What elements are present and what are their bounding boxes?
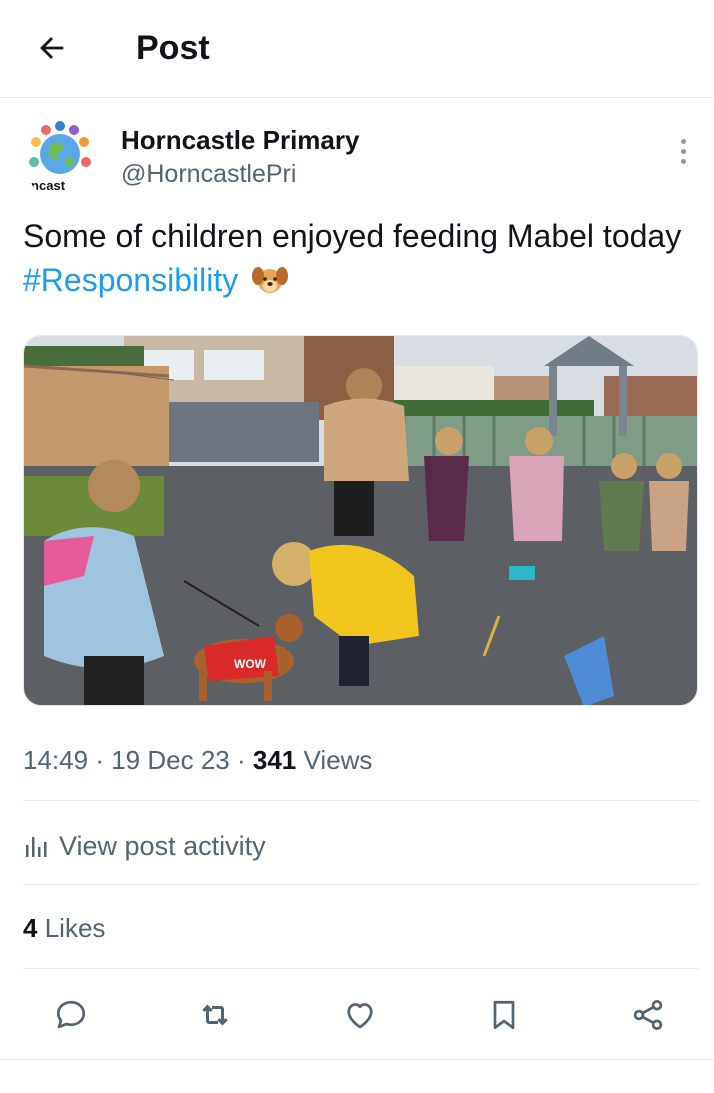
like-button[interactable]: [338, 993, 382, 1037]
divider: [23, 884, 698, 885]
action-bar: [0, 985, 714, 1045]
share-icon: [633, 1000, 663, 1030]
school-logo-icon: rncast: [22, 118, 98, 198]
repost-icon: [202, 1004, 228, 1026]
separator: ·: [95, 745, 104, 775]
author-handle[interactable]: @HorncastlePri: [121, 158, 296, 190]
reply-bubble-icon: [56, 1000, 86, 1029]
repost-button[interactable]: [193, 993, 237, 1037]
view-post-activity-link[interactable]: View post activity: [23, 826, 266, 866]
divider: [23, 800, 698, 801]
share-button[interactable]: [626, 993, 670, 1037]
dog-face-emoji-icon: [252, 267, 289, 293]
heart-icon: [347, 1003, 373, 1029]
reply-button[interactable]: [49, 993, 93, 1037]
more-vertical-icon: [680, 138, 686, 144]
page-title: Post: [136, 29, 210, 67]
likes-count: 4: [23, 913, 38, 943]
likes-link[interactable]: 4 Likes: [23, 912, 105, 944]
views-count: 341: [252, 745, 297, 775]
views-label: Views: [303, 745, 373, 775]
bar-chart-icon: [26, 837, 47, 857]
top-app-bar: Post: [0, 0, 714, 98]
back-button[interactable]: [30, 26, 74, 70]
post-meta: 14:49 · 19 Dec 23 · 341 Views: [23, 744, 372, 776]
author-name[interactable]: Horncastle Primary: [121, 124, 359, 156]
post-date: 19 Dec 23: [111, 745, 230, 775]
bookmark-button[interactable]: [482, 993, 526, 1037]
post-body: Some of children enjoyed feeding Mabel t…: [23, 218, 682, 254]
more-options-button[interactable]: [668, 136, 698, 166]
arrow-left-icon: [40, 37, 64, 59]
hashtag-link[interactable]: #Responsibility: [23, 262, 238, 298]
divider: [0, 1059, 714, 1060]
activity-label: View post activity: [59, 830, 266, 861]
post-text: Some of children enjoyed feeding Mabel t…: [23, 214, 693, 302]
post-time: 14:49: [23, 745, 89, 775]
likes-label: Likes: [44, 913, 106, 943]
svg-text:WOW: WOW: [234, 657, 267, 671]
post-photo[interactable]: WOW: [23, 335, 698, 706]
svg-text:rncast: rncast: [26, 178, 66, 193]
photo-image: WOW: [24, 336, 697, 705]
bookmark-icon: [493, 1000, 515, 1030]
divider: [23, 968, 698, 969]
separator: ·: [236, 745, 246, 775]
avatar[interactable]: rncast: [22, 118, 98, 198]
